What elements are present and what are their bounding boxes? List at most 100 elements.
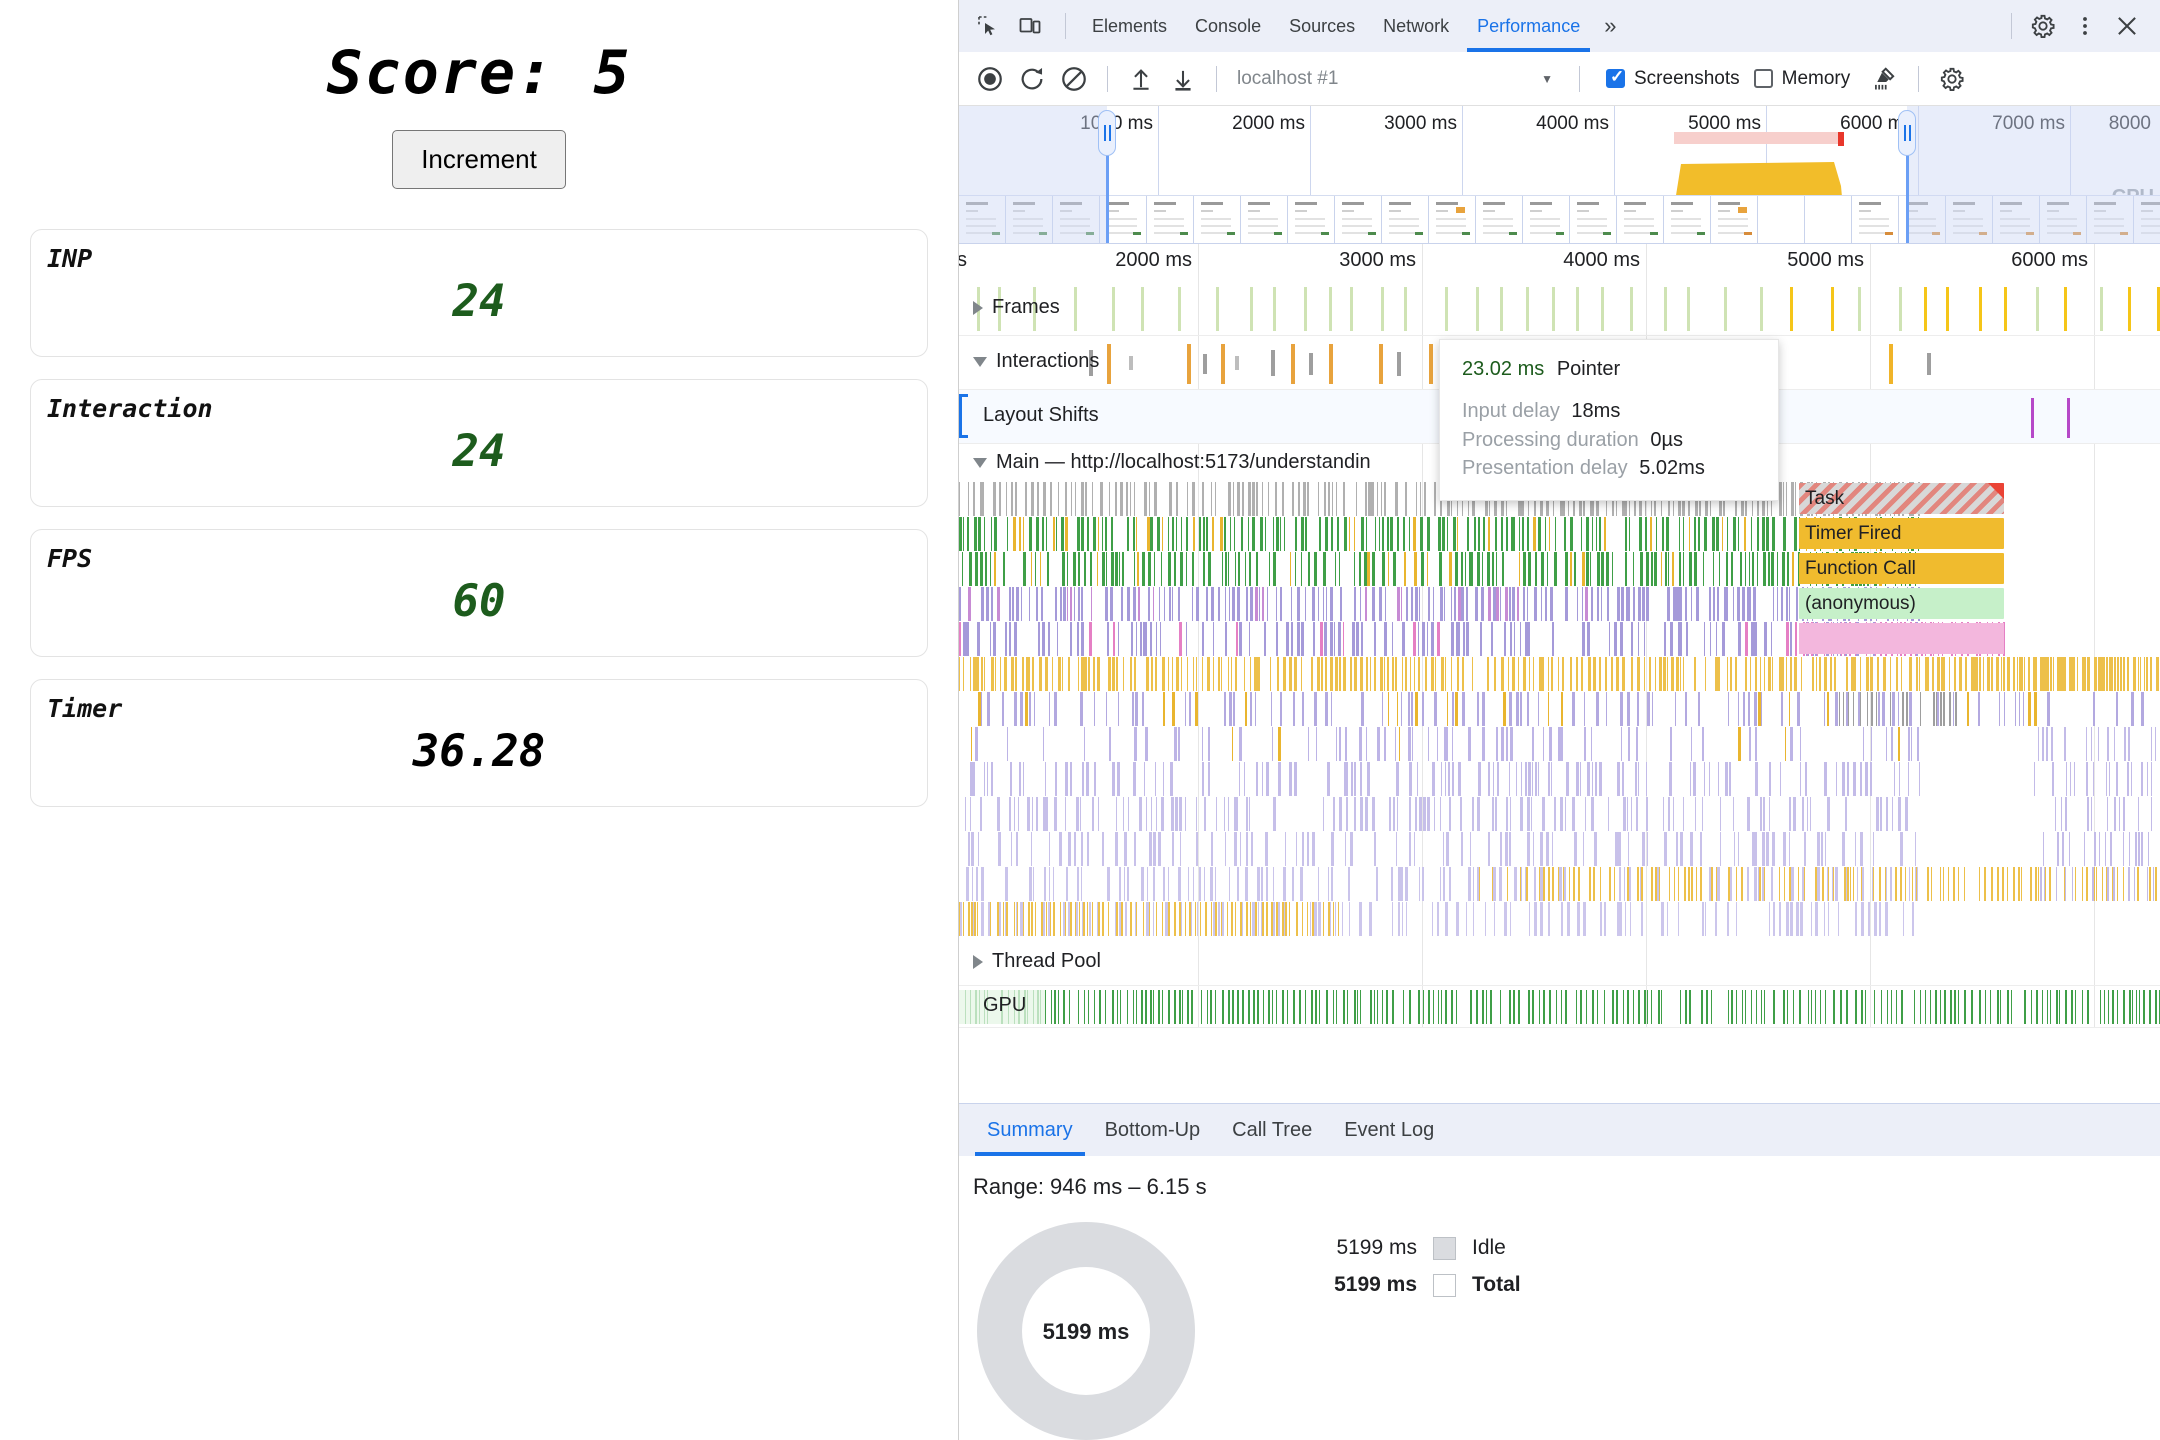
flame-bar[interactable] [1628,867,1632,901]
flame-bar[interactable] [1349,657,1352,691]
flame-bar[interactable] [1883,657,1887,691]
flame-bar[interactable] [1404,867,1408,901]
flame-bar[interactable] [1257,657,1261,691]
flame-bar[interactable] [2141,832,2144,866]
flame-bar[interactable] [1184,902,1186,936]
flame-bar[interactable] [1381,552,1385,586]
flame-bar[interactable] [1434,692,1438,726]
flame-bar[interactable] [1630,657,1633,691]
flame-bar[interactable] [2152,867,2154,901]
flame-bar[interactable] [959,587,961,621]
flame-bar[interactable] [1604,657,1607,691]
gpu-bar[interactable] [2087,990,2090,1024]
flame-bar[interactable] [1496,552,1498,586]
flame-bar[interactable] [1779,762,1781,796]
flame-bar[interactable] [1949,692,1952,726]
flame-bar[interactable] [1563,867,1565,901]
flame-bar[interactable] [1015,657,1018,691]
flame-bar[interactable] [1912,902,1915,936]
flame-bar[interactable] [1046,517,1048,551]
flame-bar[interactable] [2139,657,2141,691]
flame-bar[interactable] [1106,692,1108,726]
flame-bar[interactable] [1381,517,1384,551]
flame-bar[interactable] [1173,727,1177,761]
tab-sources[interactable]: Sources [1275,0,1369,52]
frame-marker[interactable] [1576,287,1580,331]
flame-bar[interactable] [1512,587,1516,621]
flame-bar[interactable] [1899,762,1901,796]
flame-bar[interactable] [1532,727,1535,761]
flame-bar[interactable] [1669,622,1673,656]
flame-bar[interactable] [1158,832,1162,866]
flame-bar[interactable] [1683,517,1685,551]
flame-bar[interactable] [1915,657,1918,691]
flame-bar[interactable] [2137,867,2140,901]
gpu-bar[interactable] [1744,990,1746,1024]
gpu-bar[interactable] [2136,990,2138,1024]
flame-event-task[interactable]: Task [1799,483,2004,514]
flame-bar[interactable] [1619,867,1622,901]
flame-bar[interactable] [1473,867,1475,901]
gpu-bar[interactable] [1901,990,1904,1024]
flame-bar[interactable] [2077,657,2079,691]
flame-bar[interactable] [1210,832,1213,866]
selection-handle-right[interactable] [1898,110,1916,156]
flame-bar[interactable] [1172,657,1174,691]
flame-bar[interactable] [1056,517,1058,551]
flame-bar[interactable] [1759,657,1761,691]
flame-bar[interactable] [1588,867,1591,901]
flame-bar[interactable] [1754,762,1758,796]
flame-bar[interactable] [1003,552,1006,586]
flame-bar[interactable] [1726,587,1728,621]
flame-bar[interactable] [1799,727,1801,761]
track-thread-pool[interactable]: Thread Pool [959,938,2160,986]
flame-bar[interactable] [1416,762,1418,796]
gpu-bar[interactable] [1228,990,1231,1024]
flame-bar[interactable] [2053,657,2055,691]
flame-bar[interactable] [994,552,997,586]
flame-bar[interactable] [1401,902,1403,936]
flame-bar[interactable] [2147,867,2149,901]
flame-bar[interactable] [2097,727,2099,761]
gpu-bar[interactable] [1651,990,1653,1024]
gpu-bar[interactable] [1944,990,1947,1024]
flame-bar[interactable] [1114,832,1118,866]
flame-bar[interactable] [1048,622,1051,656]
flame-bar[interactable] [1557,657,1559,691]
flame-bar[interactable] [1341,902,1343,936]
frame-marker[interactable] [1664,287,1668,331]
flame-bar[interactable] [1869,762,1872,796]
gpu-bar[interactable] [1688,990,1691,1024]
flame-bar[interactable] [1753,622,1757,656]
gpu-bar[interactable] [1741,990,1743,1024]
flame-bar[interactable] [1408,727,1412,761]
flame-bar[interactable] [1312,832,1316,866]
flame-bar[interactable] [1455,692,1459,726]
flame-bar[interactable] [1121,587,1124,621]
gpu-bar[interactable] [1044,990,1046,1024]
flame-bar[interactable] [1777,552,1779,586]
flame-bar[interactable] [1726,517,1728,551]
flame-bar[interactable] [1631,797,1633,831]
flame-bar[interactable] [1439,587,1443,621]
flame-bar[interactable] [1431,762,1435,796]
flame-bar[interactable] [1789,832,1791,866]
flame-bar[interactable] [1295,552,1297,586]
flame-bar[interactable] [1576,587,1578,621]
frame-marker[interactable] [1350,287,1354,331]
flame-bar[interactable] [1404,482,1407,516]
gpu-bar[interactable] [1820,990,1822,1024]
flame-bar[interactable] [980,867,984,901]
flame-bar[interactable] [1178,902,1181,936]
flame-bar[interactable] [1244,867,1248,901]
flame-bar[interactable] [1786,622,1790,656]
flame-bar[interactable] [1427,797,1431,831]
flame-bar[interactable] [1063,587,1067,621]
interaction-marker[interactable] [1107,344,1111,384]
flame-bar[interactable] [1817,867,1821,901]
flame-bar[interactable] [1646,797,1649,831]
flame-bar[interactable] [1593,867,1596,901]
flame-bar[interactable] [2107,727,2110,761]
flame-bar[interactable] [1234,552,1236,586]
flame-bar[interactable] [1565,552,1569,586]
